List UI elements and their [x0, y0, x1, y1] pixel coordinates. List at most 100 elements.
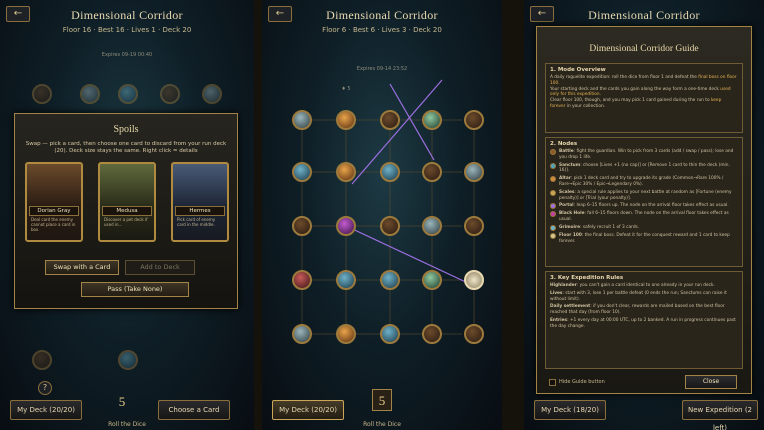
- game-panel-map: ← Dimensional Corridor Floor 6 · Best 6 …: [262, 0, 502, 430]
- node-entry: Portal: leap 6–15 floors up. The node on…: [550, 203, 738, 210]
- map-node[interactable]: [160, 84, 180, 104]
- card-text: Deal card the enemy cannot place a card …: [31, 217, 76, 232]
- rule-name: Entries: [550, 317, 568, 323]
- rules-section: 3. Key Expedition Rules Highlander: you …: [545, 271, 743, 369]
- map-node[interactable]: [464, 324, 484, 344]
- node-entry: Sanctum: choose [Lives +1 (no cap)] or […: [550, 162, 738, 175]
- node-entry: Altar: pick 1 deck card and try to upgra…: [550, 176, 738, 188]
- map-node[interactable]: [118, 350, 138, 370]
- map-node[interactable]: [118, 84, 138, 104]
- card-name: Medusa: [102, 206, 152, 216]
- section-body: Highlander: you can't gain a card identi…: [546, 283, 742, 335]
- choose-card-button[interactable]: Choose a Card: [158, 400, 230, 420]
- node-name: Scales: [559, 189, 575, 195]
- map-node[interactable]: [464, 110, 484, 130]
- my-deck-button[interactable]: My Deck (20/20): [272, 400, 344, 420]
- node-entry: Black Hole: fall 6–15 floors down. The n…: [550, 211, 738, 223]
- card-name: Hermes: [175, 206, 225, 216]
- map-node[interactable]: [422, 110, 442, 130]
- my-deck-button[interactable]: My Deck (18/20): [534, 400, 606, 420]
- new-expedition-button[interactable]: New Expedition (2 left): [682, 400, 758, 430]
- map-node[interactable]: [32, 350, 52, 370]
- map-node[interactable]: [336, 162, 356, 182]
- hide-guide-checkbox[interactable]: [549, 379, 556, 386]
- map-node[interactable]: [202, 84, 222, 104]
- grimoire-icon: [550, 224, 556, 231]
- nodes-section: 2. Nodes Battle: fight the guardian. Win…: [545, 137, 743, 267]
- map-node[interactable]: [380, 110, 400, 130]
- map-node[interactable]: [336, 270, 356, 290]
- map-node[interactable]: [292, 270, 312, 290]
- black-hole-icon: [550, 211, 556, 218]
- rule-entry: Entries: +1 every day at 00:00 UTC, up t…: [550, 318, 738, 330]
- floor-marker: ♦ 5: [341, 86, 351, 92]
- map-node[interactable]: [336, 110, 356, 130]
- card-name: Dorian Gray: [29, 206, 79, 216]
- rule-entry: Daily settlement: if you don't clear, re…: [550, 304, 738, 316]
- pass-button[interactable]: Pass (Take None): [81, 282, 189, 297]
- rule-desc: : start with 3, lose 1 per battle defeat…: [550, 290, 727, 302]
- map-node[interactable]: [380, 216, 400, 236]
- scales-icon: [550, 189, 556, 196]
- map-node[interactable]: [292, 324, 312, 344]
- node-entry: Floor 100: the final boss. Defeat it for…: [550, 232, 738, 245]
- portal-node[interactable]: [336, 216, 356, 236]
- help-button[interactable]: ?: [38, 381, 52, 395]
- card-option[interactable]: Dorian Gray Deal card the enemy cannot p…: [25, 162, 83, 242]
- map-node[interactable]: [336, 324, 356, 344]
- node-desc: : pick 1 deck card and try to upgrade it…: [559, 176, 724, 187]
- close-button[interactable]: Close: [685, 375, 737, 389]
- rule-desc: : +1 every day at 00:00 UTC, up to 2 ban…: [550, 317, 736, 329]
- card-choices: Dorian Gray Deal card the enemy cannot p…: [25, 162, 229, 242]
- panel-divider: [502, 0, 524, 430]
- overview-text: A daily roguelite expedition: roll the d…: [550, 75, 699, 80]
- node-desc: : a special rule applies to your next ba…: [559, 189, 732, 201]
- roll-dice-label: Roll the Dice: [363, 421, 401, 428]
- swap-button[interactable]: Swap with a Card: [45, 260, 119, 275]
- map-node[interactable]: [292, 216, 312, 236]
- page-title: Dimensional Corridor: [71, 8, 183, 22]
- node-desc: : the final boss. Defeat it for the conq…: [559, 232, 730, 244]
- map-node[interactable]: [292, 110, 312, 130]
- game-panel-spoils: ← Dimensional Corridor Floor 16 · Best 1…: [0, 0, 254, 430]
- section-heading: 2. Nodes: [550, 141, 578, 147]
- dice-icon[interactable]: 5: [112, 391, 132, 413]
- map-node[interactable]: [380, 324, 400, 344]
- node-name: Black Hole: [559, 211, 585, 217]
- floor-100-icon: [550, 232, 556, 239]
- portal-icon: [550, 203, 556, 210]
- card-text: Discover a pet deck if used in...: [104, 217, 148, 227]
- spoils-title: Spoils: [113, 124, 139, 135]
- map-node[interactable]: [464, 162, 484, 182]
- map-node[interactable]: [380, 162, 400, 182]
- map-node[interactable]: [292, 162, 312, 182]
- my-deck-button[interactable]: My Deck (20/20): [10, 400, 82, 420]
- card-text: Pick card of enemy card in the middle.: [177, 217, 216, 227]
- node-name: Grimoire: [559, 224, 581, 230]
- map-node[interactable]: [380, 270, 400, 290]
- map-node[interactable]: [80, 84, 100, 104]
- map-node[interactable]: [422, 324, 442, 344]
- hide-guide-label: Hide Guide button: [559, 379, 605, 385]
- map-node[interactable]: [422, 270, 442, 290]
- node-name: Portal: [559, 203, 574, 209]
- card-option[interactable]: Medusa Discover a pet deck if used in...: [98, 162, 156, 242]
- sanctum-icon: [550, 162, 556, 169]
- map-node[interactable]: [422, 216, 442, 236]
- battle-icon: [550, 149, 556, 155]
- rule-name: Lives: [550, 290, 563, 296]
- node-desc: : leap 6–15 floors up. The node on the a…: [573, 203, 729, 209]
- node-name: Altar: [559, 176, 571, 182]
- dice-icon[interactable]: 5: [372, 389, 392, 411]
- add-to-deck-button[interactable]: Add to Deck: [125, 260, 195, 275]
- roll-dice-label: Roll the Dice: [108, 421, 146, 428]
- node-desc: : fight the guardian. Win to pick from 3…: [559, 149, 734, 160]
- card-option[interactable]: Hermes Pick card of enemy card in the mi…: [171, 162, 229, 242]
- map-node[interactable]: [422, 162, 442, 182]
- node-desc: : choose [Lives +1 (no cap)] or [Remove …: [559, 162, 730, 174]
- overview-text: Your starting deck and the cards you gai…: [550, 86, 721, 92]
- map-node[interactable]: [32, 84, 52, 104]
- node-desc: : safely recruit 1 of 3 cards.: [580, 224, 640, 230]
- rule-entry: Lives: start with 3, lose 1 per battle d…: [550, 291, 738, 303]
- map-node[interactable]: [464, 216, 484, 236]
